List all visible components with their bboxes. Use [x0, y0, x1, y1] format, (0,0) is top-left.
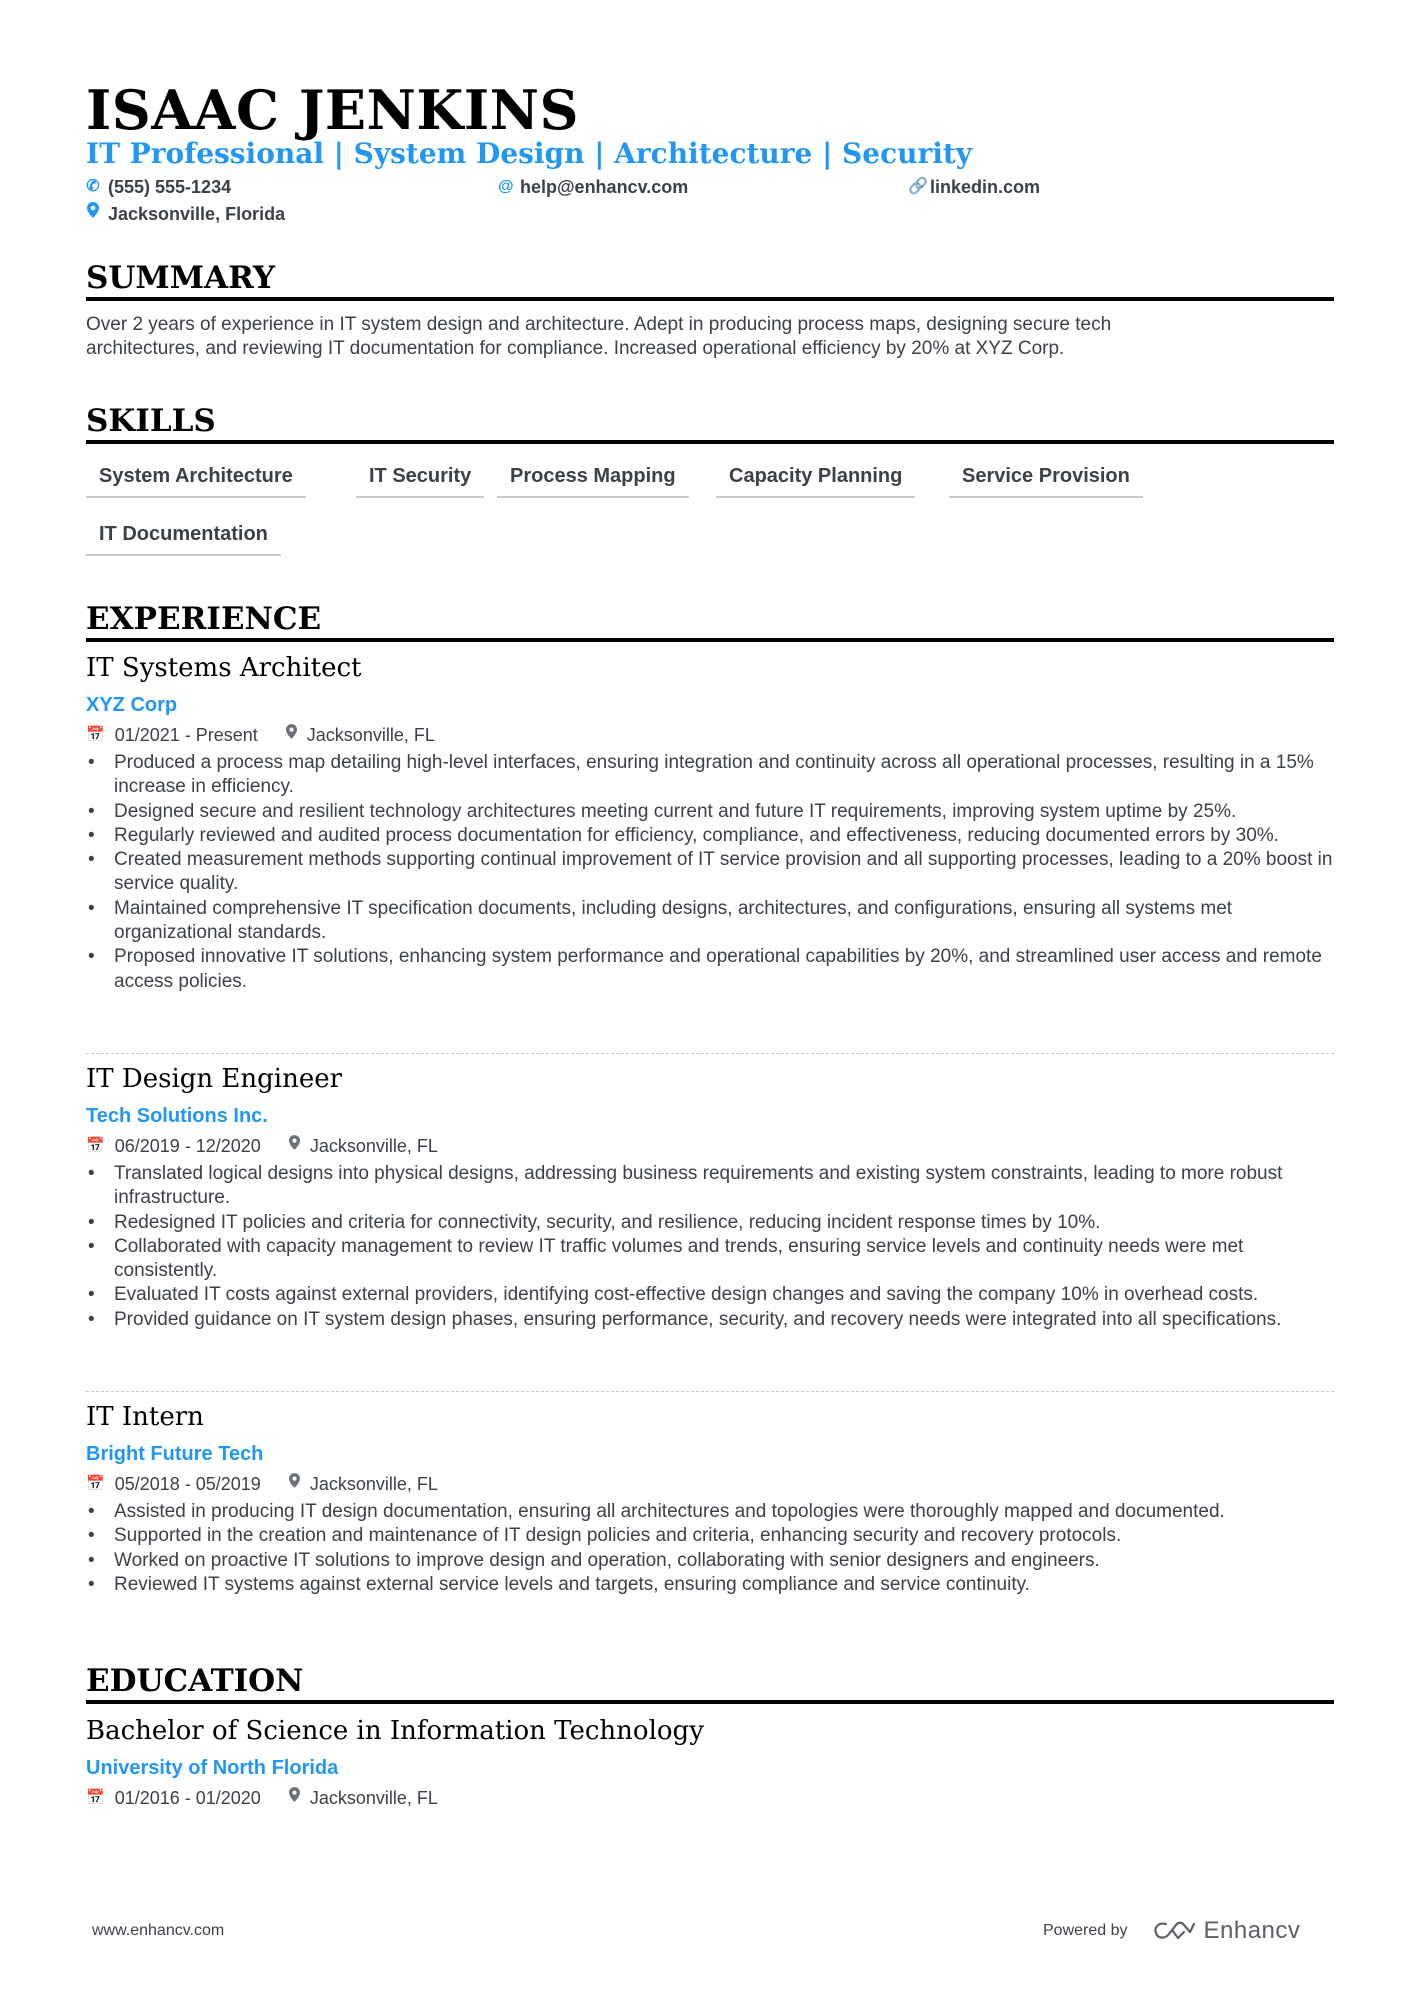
- bullet-item: Supported in the creation and maintenanc…: [86, 1524, 1334, 1549]
- school-name: University of North Florida: [86, 1757, 339, 1779]
- experience-divider: [86, 638, 1334, 642]
- calendar-icon: 📅: [86, 1789, 105, 1806]
- bullet-item: Worked on proactive IT solutions to impr…: [86, 1549, 1334, 1574]
- job-location: Jacksonville, FL: [309, 1474, 438, 1494]
- summary-line: Over 2 years of experience in IT system …: [86, 314, 1112, 335]
- company-name: Bright Future Tech: [86, 1443, 264, 1465]
- bullet-item: Proposed innovative IT solutions, enhanc…: [86, 945, 1334, 994]
- job-location: Jacksonville, FL: [309, 1136, 438, 1156]
- summary-divider: [86, 297, 1334, 301]
- brand-name: Enhancv: [1203, 1917, 1301, 1944]
- bullet-item: Maintained comprehensive IT specificatio…: [86, 897, 1334, 946]
- bullet-item: Evaluated IT costs against external prov…: [86, 1283, 1334, 1308]
- bullet-item: Regularly reviewed and audited process d…: [86, 824, 1334, 849]
- bullet-item: Redesigned IT policies and criteria for …: [86, 1211, 1334, 1236]
- bullet-item: Reviewed IT systems against external ser…: [86, 1573, 1334, 1598]
- calendar-icon: 📅: [86, 1137, 105, 1154]
- skill-tag: Capacity Planning: [716, 458, 916, 498]
- enhancv-logo[interactable]: Enhancv: [1152, 1917, 1301, 1945]
- education-divider: [86, 1700, 1334, 1704]
- education-dates: 01/2016 - 01/2020: [114, 1788, 261, 1808]
- bullet-item: Translated logical designs into physical…: [86, 1162, 1334, 1211]
- map-pin-icon: [285, 724, 297, 746]
- company-name: Tech Solutions Inc.: [86, 1105, 268, 1127]
- skill-tag: IT Documentation: [86, 516, 281, 556]
- candidate-name: ISAAC JENKINS: [86, 78, 579, 142]
- skills-heading: SKILLS: [86, 403, 216, 439]
- headline: IT Professional | System Design | Archit…: [86, 137, 973, 170]
- map-pin-icon: [288, 1473, 300, 1495]
- footer-branding: Powered by Enhancv: [1043, 1917, 1300, 1945]
- job-bullets: Produced a process map detailing high-le…: [86, 751, 1334, 994]
- experience-heading: EXPERIENCE: [86, 601, 322, 637]
- job-separator: [86, 1391, 1334, 1392]
- bullet-item: Provided guidance on IT system design ph…: [86, 1308, 1334, 1333]
- job-dates: 06/2019 - 12/2020: [114, 1136, 261, 1156]
- education-location: Jacksonville, FL: [309, 1788, 438, 1808]
- enhancv-logo-icon: [1153, 1921, 1195, 1940]
- contact-phone: ✆ (555) 555-1234: [86, 176, 231, 198]
- at-icon: @: [498, 178, 514, 195]
- footer-website[interactable]: www.enhancv.com: [92, 1922, 224, 1940]
- summary-line: architectures, and reviewing IT document…: [86, 338, 1065, 359]
- powered-by-label: Powered by: [1043, 1922, 1128, 1939]
- email-text[interactable]: help@enhancv.com: [520, 176, 688, 198]
- bullet-item: Produced a process map detailing high-le…: [86, 751, 1334, 800]
- job-title: IT Design Engineer: [86, 1064, 343, 1094]
- job-location: Jacksonville, FL: [306, 725, 435, 745]
- job-title: IT Intern: [86, 1402, 204, 1432]
- summary-text: Over 2 years of experience in IT system …: [86, 313, 1334, 361]
- job-dates: 05/2018 - 05/2019: [114, 1474, 261, 1494]
- calendar-icon: 📅: [86, 726, 105, 743]
- education-heading: EDUCATION: [86, 1663, 304, 1699]
- bullet-item: Created measurement methods supporting c…: [86, 848, 1334, 897]
- map-pin-icon: [86, 202, 100, 225]
- skill-tag: System Architecture: [86, 458, 306, 498]
- degree-title: Bachelor of Science in Information Techn…: [86, 1716, 704, 1746]
- bullet-item: Collaborated with capacity management to…: [86, 1235, 1334, 1284]
- skills-divider: [86, 440, 1334, 444]
- bullet-item: Assisted in producing IT design document…: [86, 1500, 1334, 1525]
- phone-text: (555) 555-1234: [108, 177, 232, 197]
- company-name: XYZ Corp: [86, 694, 178, 716]
- job-meta: 📅 05/2018 - 05/2019 Jacksonville, FL: [86, 1473, 438, 1495]
- skill-tag: Service Provision: [949, 458, 1143, 498]
- contact-location: Jacksonville, Florida: [86, 202, 285, 225]
- job-separator: [86, 1053, 1334, 1054]
- job-dates: 01/2021 - Present: [114, 725, 258, 745]
- job-title: IT Systems Architect: [86, 653, 362, 683]
- contact-email[interactable]: @ help@enhancv.com: [498, 176, 688, 198]
- job-bullets: Translated logical designs into physical…: [86, 1162, 1334, 1332]
- contact-linkedin[interactable]: 🔗 linkedin.com: [908, 176, 1040, 198]
- link-icon: 🔗: [908, 178, 928, 195]
- job-meta: 📅 06/2019 - 12/2020 Jacksonville, FL: [86, 1135, 438, 1157]
- job-meta: 📅 01/2021 - Present Jacksonville, FL: [86, 724, 435, 746]
- calendar-icon: 📅: [86, 1475, 105, 1492]
- map-pin-icon: [288, 1135, 300, 1157]
- phone-icon: ✆: [86, 178, 100, 195]
- skill-tag: IT Security: [356, 458, 485, 498]
- job-bullets: Assisted in producing IT design document…: [86, 1500, 1334, 1597]
- map-pin-icon: [288, 1787, 300, 1809]
- linkedin-text[interactable]: linkedin.com: [930, 176, 1040, 198]
- summary-heading: SUMMARY: [86, 260, 276, 296]
- education-meta: 📅 01/2016 - 01/2020 Jacksonville, FL: [86, 1787, 438, 1809]
- location-text: Jacksonville, Florida: [108, 203, 286, 224]
- bullet-item: Designed secure and resilient technology…: [86, 800, 1334, 825]
- skill-tag: Process Mapping: [497, 458, 689, 498]
